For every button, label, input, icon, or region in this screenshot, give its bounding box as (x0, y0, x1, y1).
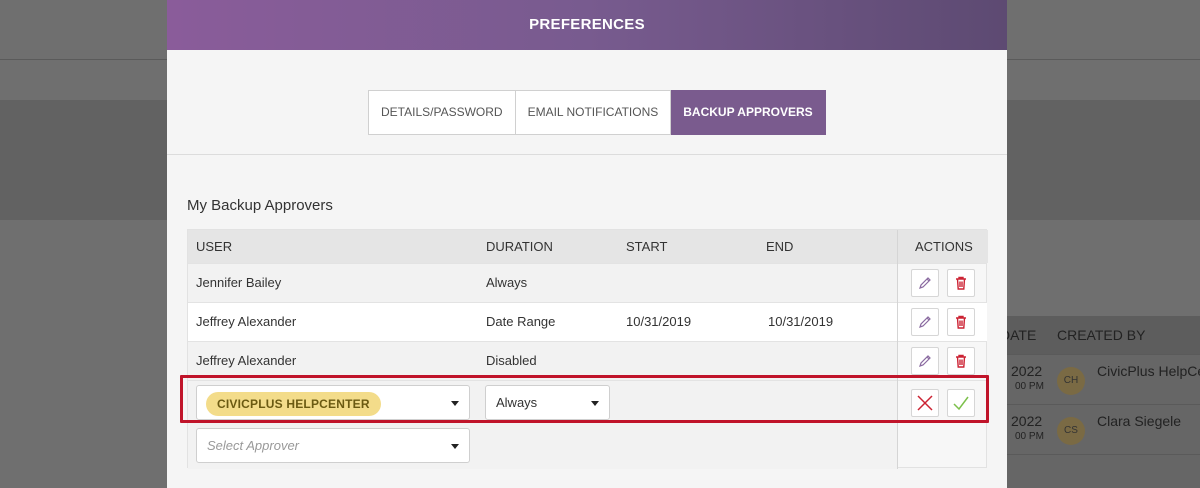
bg-date: 2022 (1011, 363, 1043, 379)
pencil-icon (919, 355, 931, 367)
table-row: Jennifer Bailey Always (188, 263, 897, 302)
bg-created-by: CivicPlus HelpCe (1097, 363, 1200, 379)
bg-table: DATE CREATED BY 2022 00 PM CH CivicPlus … (1000, 316, 1200, 488)
new-row: Select Approver (188, 424, 897, 469)
pencil-icon (919, 277, 931, 289)
delete-button[interactable] (947, 347, 975, 375)
col-end: END (766, 239, 794, 254)
tab-details-password[interactable]: DETAILS/PASSWORD (368, 90, 516, 135)
cell-user: Jeffrey Alexander (196, 314, 297, 329)
backup-approvers-table: USER DURATION START END ACTIONS Jennifer… (187, 229, 988, 469)
tab-backup-approvers[interactable]: BACKUP APPROVERS (671, 90, 826, 135)
pencil-icon (919, 316, 931, 328)
cell-user: Jennifer Bailey (196, 275, 282, 290)
bg-created-by: Clara Siegele (1097, 413, 1182, 429)
section-title: My Backup Approvers (187, 197, 333, 214)
tab-bar: DETAILS/PASSWORD EMAIL NOTIFICATIONS BAC… (368, 90, 826, 135)
bg-col-created-by: CREATED BY (1057, 327, 1146, 343)
select-approver-placeholder: Select Approver (207, 438, 300, 453)
cell-duration: Date Range (486, 314, 556, 329)
table-row: Jeffrey Alexander Date Range 10/31/2019 … (188, 302, 897, 341)
divider (167, 154, 1007, 155)
cell-duration: Always (486, 275, 528, 290)
bg-table-row (1000, 454, 1200, 488)
chevron-down-icon (451, 444, 459, 449)
edit-button[interactable] (911, 308, 939, 336)
modal-title: PREFERENCES (167, 0, 1007, 50)
bg-date: 2022 (1011, 413, 1043, 429)
avatar: CH (1057, 367, 1085, 395)
cell-duration: Disabled (486, 353, 537, 368)
cell-end: 10/31/2019 (768, 314, 834, 329)
actions-cell (898, 302, 987, 341)
avatar: CS (1057, 417, 1085, 445)
delete-button[interactable] (947, 269, 975, 297)
actions-cell (898, 263, 987, 302)
col-actions: ACTIONS (915, 239, 973, 254)
edit-button[interactable] (911, 269, 939, 297)
bg-table-row: 2022 00 PM CS Clara Siegele (1000, 404, 1200, 454)
bg-time: 00 PM (1015, 381, 1044, 392)
col-duration: DURATION (486, 239, 553, 254)
col-user: USER (196, 239, 233, 254)
bg-table-header: DATE CREATED BY (1000, 316, 1200, 354)
trash-icon (956, 315, 966, 329)
trash-icon (956, 354, 966, 368)
trash-icon (956, 276, 966, 290)
delete-button[interactable] (947, 308, 975, 336)
bg-table-row: 2022 00 PM CH CivicPlus HelpCe (1000, 354, 1200, 404)
actions-divider (897, 230, 898, 469)
edit-button[interactable] (911, 347, 939, 375)
col-start: START (626, 239, 668, 254)
bg-time: 00 PM (1015, 431, 1044, 442)
table-header: USER DURATION START END ACTIONS (188, 230, 988, 263)
cell-user: Jeffrey Alexander (196, 353, 297, 368)
select-approver-dropdown[interactable]: Select Approver (196, 428, 470, 463)
cell-start: 10/31/2019 (626, 314, 692, 329)
highlight-box (180, 375, 989, 423)
tab-email-notifications[interactable]: EMAIL NOTIFICATIONS (515, 90, 672, 135)
